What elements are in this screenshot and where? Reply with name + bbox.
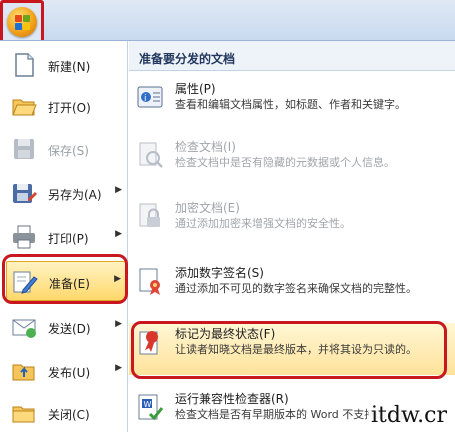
menu-item-publish[interactable]: 发布(U) ▶ <box>6 351 126 391</box>
menu-item-label: 保存(S) <box>48 144 89 158</box>
publish-folder-icon <box>12 364 35 381</box>
submenu-item-inspect[interactable]: 检查文档(I) 检查文档中是否有隐藏的元数据或个人信息。 <box>129 136 455 184</box>
menu-item-new[interactable]: 新建(N) <box>6 45 126 85</box>
mark-final-icon <box>139 331 158 355</box>
submenu-item-desc: 让读者知晓文档是最终版本，并将其设为只读的。 <box>175 343 417 356</box>
new-document-icon <box>15 53 34 77</box>
office-button[interactable] <box>0 0 44 44</box>
compatibility-checker-icon: W <box>138 394 164 421</box>
menu-item-send[interactable]: 发送(D) ▶ <box>6 307 126 347</box>
menu-item-print[interactable]: 打印(P) ▶ <box>6 217 126 257</box>
submenu-arrow-icon: ▶ <box>115 229 122 239</box>
menu-item-open[interactable]: 打开(O) <box>6 86 126 126</box>
submenu-item-desc: 检查文档中是否有隐藏的元数据或个人信息。 <box>175 156 395 169</box>
watermark: itdw.cr <box>368 403 449 428</box>
menu-left-column: 新建(N) 打开(O) 保存(S) 另存为(A) ▶ 打印(P) ▶ 准备(E)… <box>0 41 128 432</box>
submenu-arrow-icon: ▶ <box>114 274 121 284</box>
close-folder-icon <box>12 406 35 423</box>
submenu-item-properties[interactable]: i 属性(P) 查看和编辑文档属性，如标题、作者和关键字。 <box>129 78 455 130</box>
menu-item-label: 关闭(C) <box>48 408 90 422</box>
save-disk-icon <box>14 139 34 159</box>
menu-item-label: 发送(D) <box>48 322 91 336</box>
menu-item-save-as[interactable]: 另存为(A) ▶ <box>6 173 126 213</box>
menu-item-label: 新建(N) <box>48 60 91 74</box>
submenu-item-title: 属性(P) <box>175 82 216 96</box>
svg-text:i: i <box>144 94 147 104</box>
submenu-item-title: 添加数字签名(S) <box>175 266 264 280</box>
properties-icon: i <box>137 86 163 108</box>
submenu-item-title: 标记为最终状态(F) <box>175 327 276 341</box>
encrypt-lock-icon <box>139 203 160 227</box>
menu-item-save[interactable]: 保存(S) <box>6 129 126 169</box>
submenu-header: 准备要分发的文档 <box>129 41 455 71</box>
submenu-item-title: 检查文档(I) <box>175 140 236 154</box>
save-as-icon <box>13 184 37 203</box>
submenu-item-title: 加密文档(E) <box>175 201 240 215</box>
menu-item-label: 发布(U) <box>48 366 91 380</box>
menu-right-column: 准备要分发的文档 i 属性(P) 查看和编辑文档属性，如标题、作者和关键字。 检… <box>129 41 455 432</box>
menu-item-prepare[interactable]: 准备(E) ▶ <box>6 261 126 301</box>
svg-text:W: W <box>144 400 152 409</box>
submenu-item-digital-signature[interactable]: 添加数字签名(S) 通过添加不可见的数字签名来确保文档的完整性。 <box>129 262 455 318</box>
submenu-arrow-icon: ▶ <box>115 185 122 195</box>
submenu-item-desc: 通过添加不可见的数字签名来确保文档的完整性。 <box>175 282 417 295</box>
menu-item-label: 另存为(A) <box>48 188 102 202</box>
prepare-pen-icon <box>13 271 38 294</box>
title-strip <box>0 0 455 43</box>
office-menu: 新建(N) 打开(O) 保存(S) 另存为(A) ▶ 打印(P) ▶ 准备(E)… <box>0 40 455 432</box>
menu-item-label: 打开(O) <box>48 101 91 115</box>
submenu-item-desc: 通过添加加密来增强文档的安全性。 <box>175 217 351 230</box>
submenu-item-title: 运行兼容性检查器(R) <box>175 392 289 406</box>
office-logo-icon <box>7 7 37 37</box>
submenu-item-encrypt[interactable]: 加密文档(E) 通过添加加密来增强文档的安全性。 <box>129 197 455 245</box>
inspect-document-icon <box>139 142 163 168</box>
printer-icon <box>13 225 35 249</box>
submenu-arrow-icon: ▶ <box>115 319 122 329</box>
open-folder-icon <box>12 99 37 116</box>
submenu-item-desc: 查看和编辑文档属性，如标题、作者和关键字。 <box>175 98 406 111</box>
submenu-item-mark-final[interactable]: 标记为最终状态(F) 让读者知晓文档是最终版本，并将其设为只读的。 <box>129 323 455 375</box>
menu-item-label: 准备(E) <box>49 277 90 291</box>
menu-item-close[interactable]: 关闭(C) <box>6 393 126 432</box>
digital-signature-icon <box>139 268 160 295</box>
menu-item-label: 打印(P) <box>48 232 89 246</box>
submenu-arrow-icon: ▶ <box>115 363 122 373</box>
send-icon <box>12 319 36 338</box>
